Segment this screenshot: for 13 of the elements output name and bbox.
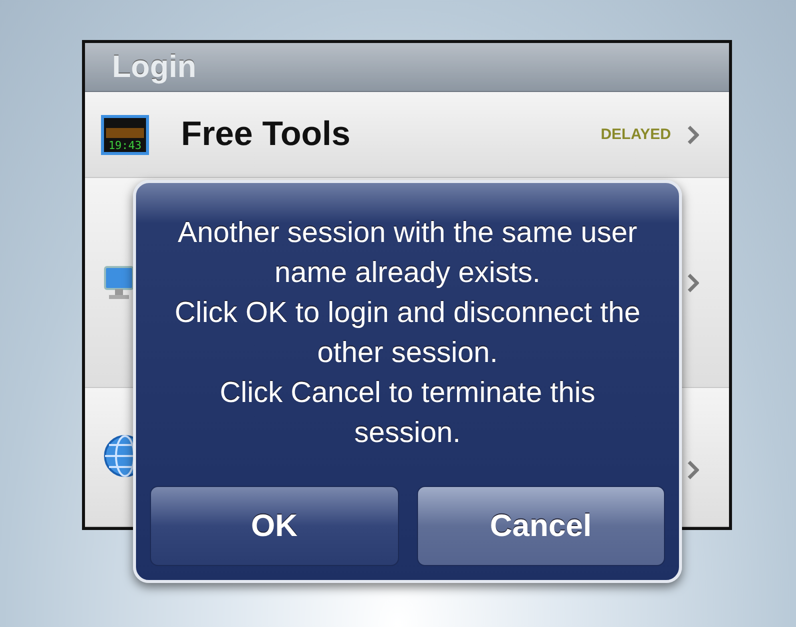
chevron-icon (687, 272, 699, 292)
nav-title: Login (112, 49, 196, 85)
alert-message: Click Cancel to terminate this session. (218, 376, 596, 451)
alert-message: Click OK to login and disconnect the other session. (174, 296, 642, 371)
chevron-icon (687, 460, 699, 480)
alert-button[interactable]: OK (150, 486, 398, 566)
ticker-time: 19:43 (108, 140, 142, 152)
ticker-display-bar (106, 128, 144, 138)
alert-button[interactable]: Cancel (416, 486, 665, 566)
alert-message: Another session with the same user name already exists. (176, 216, 638, 291)
row-title: Free Tools (181, 115, 350, 154)
chevron-icon (687, 124, 699, 144)
data-type-label: DELAYED (600, 126, 671, 143)
